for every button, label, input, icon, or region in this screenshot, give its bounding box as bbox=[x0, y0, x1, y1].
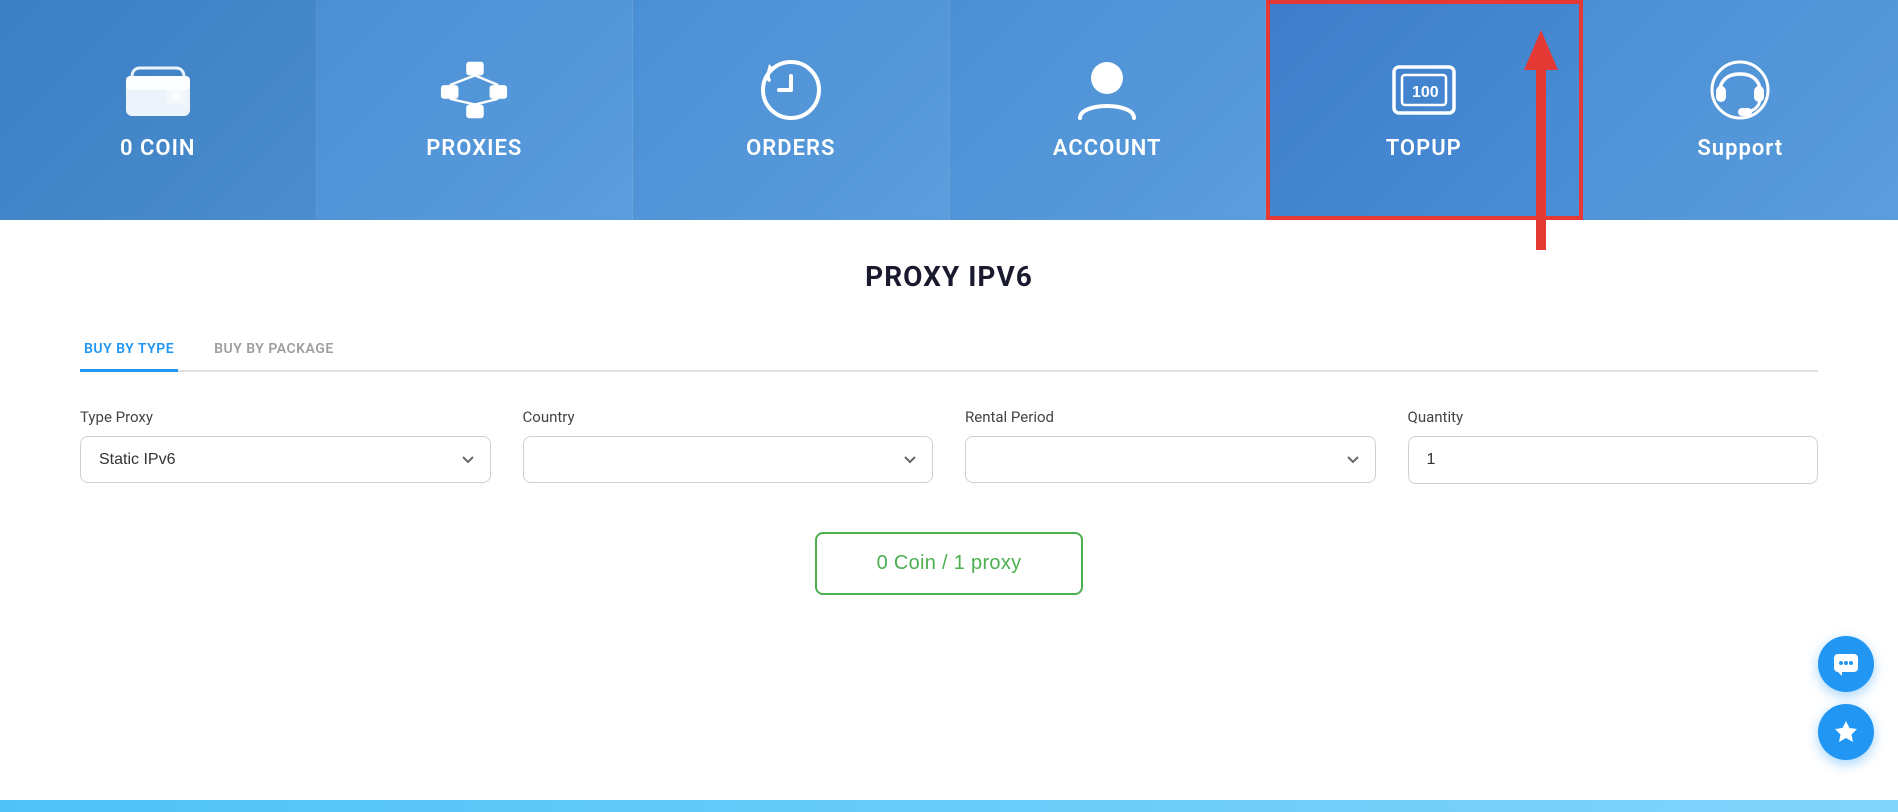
form-row: Type Proxy Static IPv6 Dynamic IPv6 Coun… bbox=[80, 408, 1818, 484]
quantity-input[interactable] bbox=[1408, 436, 1819, 484]
orders-icon bbox=[756, 60, 826, 120]
main-content: PROXY IPV6 BUY BY TYPE BUY BY PACKAGE Ty… bbox=[0, 220, 1898, 810]
topup-icon: 100 bbox=[1389, 60, 1459, 120]
nav-item-topup[interactable]: 100 TOPUP bbox=[1266, 0, 1583, 220]
nav-item-proxies[interactable]: PROXIES bbox=[317, 0, 634, 220]
country-group: Country bbox=[523, 408, 934, 483]
proxy-icon bbox=[439, 60, 509, 120]
nav-orders-label: ORDERS bbox=[746, 136, 835, 161]
star-button[interactable] bbox=[1818, 704, 1874, 760]
top-navigation: 0 COIN PROXIES O bbox=[0, 0, 1898, 220]
nav-item-orders[interactable]: ORDERS bbox=[633, 0, 950, 220]
country-label: Country bbox=[523, 408, 934, 426]
nav-coin-label: 0 COIN bbox=[120, 136, 195, 161]
footer-bar bbox=[0, 800, 1898, 812]
rental-period-select[interactable] bbox=[965, 436, 1376, 483]
country-select[interactable] bbox=[523, 436, 934, 483]
nav-item-coin[interactable]: 0 COIN bbox=[0, 0, 317, 220]
tab-by-type[interactable]: BUY BY TYPE bbox=[80, 329, 178, 372]
quantity-group: Quantity bbox=[1408, 408, 1819, 484]
wallet-icon bbox=[123, 60, 193, 120]
chat-button[interactable] bbox=[1818, 636, 1874, 692]
nav-item-support[interactable]: Support bbox=[1583, 0, 1898, 220]
rental-period-label: Rental Period bbox=[965, 408, 1376, 426]
type-proxy-label: Type Proxy bbox=[80, 408, 491, 426]
quantity-label: Quantity bbox=[1408, 408, 1819, 426]
nav-item-account[interactable]: ACCOUNT bbox=[950, 0, 1267, 220]
tab-by-package[interactable]: BUY BY PACKAGE bbox=[210, 329, 338, 372]
account-icon bbox=[1072, 60, 1142, 120]
type-proxy-select[interactable]: Static IPv6 Dynamic IPv6 bbox=[80, 436, 491, 483]
tabs-container: BUY BY TYPE BUY BY PACKAGE bbox=[80, 329, 1818, 372]
nav-support-label: Support bbox=[1697, 136, 1783, 161]
page-title: PROXY IPV6 bbox=[80, 260, 1818, 293]
nav-topup-label: TOPUP bbox=[1386, 136, 1462, 161]
coin-button[interactable]: 0 Coin / 1 proxy bbox=[815, 532, 1084, 595]
svg-text:100: 100 bbox=[1412, 84, 1439, 101]
rental-period-group: Rental Period bbox=[965, 408, 1376, 483]
nav-account-label: ACCOUNT bbox=[1053, 136, 1162, 161]
nav-proxies-label: PROXIES bbox=[426, 136, 522, 161]
support-icon bbox=[1705, 60, 1775, 120]
type-proxy-group: Type Proxy Static IPv6 Dynamic IPv6 bbox=[80, 408, 491, 483]
coin-button-container: 0 Coin / 1 proxy bbox=[80, 532, 1818, 595]
